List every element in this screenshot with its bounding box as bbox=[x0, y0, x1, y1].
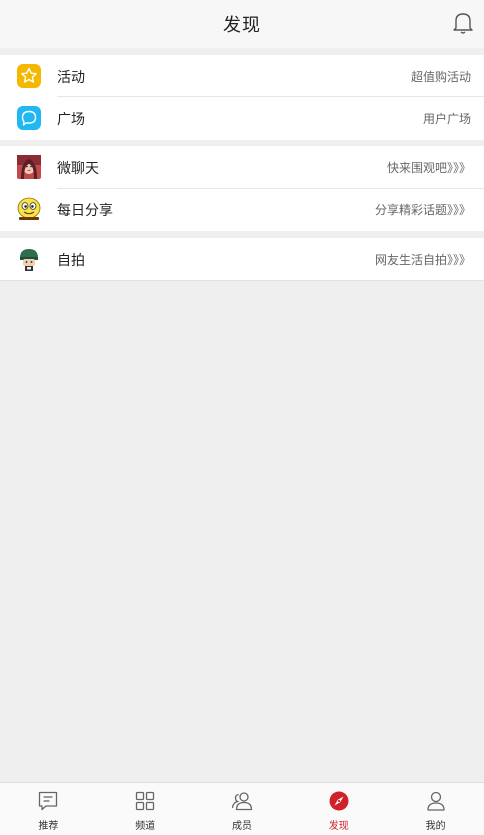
tab-members[interactable]: 成员 bbox=[194, 783, 291, 835]
list-item-chat[interactable]: 微聊天 快来围观吧》》》 bbox=[0, 146, 484, 188]
bell-icon[interactable] bbox=[452, 11, 474, 35]
bottom-tab-bar: 推荐 频道 成员 发现 我的 bbox=[0, 782, 484, 835]
compass-icon bbox=[329, 791, 349, 811]
group-selfie: 自拍 网友生活自拍》》》 bbox=[0, 238, 484, 280]
divider bbox=[0, 280, 484, 281]
tab-label: 频道 bbox=[135, 821, 156, 832]
user-icon bbox=[426, 791, 445, 811]
item-subtitle: 超值购活动 bbox=[410, 70, 471, 84]
members-icon bbox=[231, 792, 253, 811]
tab-label: 我的 bbox=[425, 821, 446, 832]
tab-recommend[interactable]: 推荐 bbox=[0, 783, 97, 835]
item-subtitle: 快来围观吧》》》 bbox=[386, 161, 471, 175]
girl-avatar-icon bbox=[16, 154, 41, 179]
item-label: 自拍 bbox=[57, 253, 85, 269]
chat-bubble-icon bbox=[16, 105, 41, 130]
item-label: 微聊天 bbox=[57, 161, 99, 177]
tab-label: 成员 bbox=[231, 821, 252, 832]
list-item-square[interactable]: 广场 用户广场 bbox=[0, 97, 484, 139]
item-label: 广场 bbox=[57, 112, 85, 128]
tab-discover[interactable]: 发现 bbox=[290, 783, 387, 835]
item-label: 活动 bbox=[57, 70, 85, 86]
list-item-activity[interactable]: 活动 超值购活动 bbox=[0, 55, 484, 97]
list-item-daily-share[interactable]: 每日分享 分享精彩话题》》》 bbox=[0, 188, 484, 230]
item-label: 每日分享 bbox=[57, 203, 113, 219]
item-subtitle: 网友生活自拍》》》 bbox=[374, 253, 471, 267]
list-item-selfie[interactable]: 自拍 网友生活自拍》》》 bbox=[0, 238, 484, 280]
page-title: 发现 bbox=[223, 15, 261, 36]
cartoon-character-icon bbox=[16, 246, 41, 271]
emoji-face-icon bbox=[16, 196, 41, 221]
tab-channels[interactable]: 频道 bbox=[97, 783, 194, 835]
tab-label: 发现 bbox=[328, 821, 349, 832]
tab-mine[interactable]: 我的 bbox=[387, 783, 484, 835]
group-activities: 活动 超值购活动 广场 用户广场 bbox=[0, 55, 484, 140]
top-bar: 发现 bbox=[0, 0, 484, 48]
recommend-icon bbox=[39, 791, 58, 811]
item-subtitle: 用户广场 bbox=[422, 112, 471, 126]
tab-label: 推荐 bbox=[38, 821, 59, 832]
star-icon bbox=[16, 63, 41, 88]
grid-icon bbox=[136, 791, 155, 811]
group-social: 微聊天 快来围观吧》》》 每日分享 分享精彩话题》》》 bbox=[0, 146, 484, 231]
item-subtitle: 分享精彩话题》》》 bbox=[374, 203, 471, 217]
